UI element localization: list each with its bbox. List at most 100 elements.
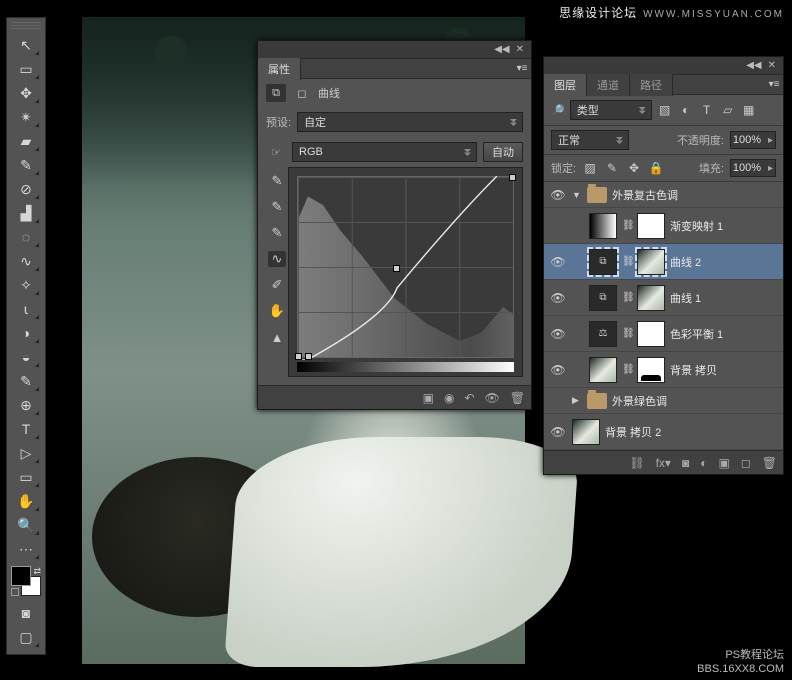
link-icon[interactable]: ⛓	[622, 256, 632, 267]
tool-16[interactable]: T	[12, 418, 40, 440]
close-icon[interactable]: ✕	[768, 60, 776, 71]
dock-strip[interactable]: ◀◀✕	[258, 41, 531, 59]
collapse-icon[interactable]: ◀◀	[494, 44, 509, 55]
lock-paint-icon[interactable]: ✎	[604, 160, 620, 176]
lock-pos-icon[interactable]: ✥	[626, 160, 642, 176]
default-colors-icon[interactable]	[11, 588, 19, 596]
tool-14[interactable]: ✎	[12, 370, 40, 392]
curve-point[interactable]	[295, 353, 302, 360]
layer-name[interactable]: 外景绿色调	[612, 393, 667, 409]
quickmask-button[interactable]: ◙	[12, 602, 40, 624]
tab-layers[interactable]: 图层	[544, 74, 587, 96]
new-group-icon[interactable]: ▣	[718, 456, 729, 470]
tool-17[interactable]: ▷	[12, 442, 40, 464]
tool-3[interactable]: ✴	[12, 106, 40, 128]
link-layers-icon[interactable]: ⛓	[629, 456, 644, 470]
panel-grip[interactable]	[11, 22, 41, 30]
mask-thumb[interactable]	[637, 285, 665, 311]
tool-18[interactable]: ▭	[12, 466, 40, 488]
tool-4[interactable]: ▰	[12, 130, 40, 152]
layer-thumb[interactable]	[572, 419, 600, 445]
tool-10[interactable]: ✧	[12, 274, 40, 296]
mask-thumb[interactable]	[637, 249, 665, 275]
filter-pixel-icon[interactable]: ▧	[657, 102, 673, 118]
panel-header[interactable]: 图层 通道 路径 ▾≡	[544, 75, 783, 95]
visibility-toggle[interactable]: 👁	[549, 188, 567, 202]
visibility-toggle[interactable]: 👁	[549, 327, 567, 341]
tool-7[interactable]: ▟	[12, 202, 40, 224]
input-ramp[interactable]	[297, 362, 514, 372]
tool-11[interactable]: ⍳	[12, 298, 40, 320]
layer-name[interactable]: 色彩平衡 1	[670, 326, 723, 342]
view-previous-icon[interactable]: ◉	[444, 391, 454, 405]
curve-draw-tool[interactable]: ✐	[268, 277, 286, 293]
tool-1[interactable]: ▭	[12, 58, 40, 80]
mask-thumb[interactable]	[637, 357, 665, 383]
visibility-toggle[interactable]: 👁	[549, 363, 567, 377]
link-icon[interactable]: ⛓	[622, 292, 632, 303]
lock-trans-icon[interactable]: ▨	[582, 160, 598, 176]
tool-20[interactable]: 🔍	[12, 514, 40, 536]
eyedrop-white-icon[interactable]: ✎	[268, 225, 286, 241]
disclosure-icon[interactable]: ▶	[572, 395, 582, 406]
fx-icon[interactable]: fx▾	[656, 456, 671, 470]
trash-icon[interactable]: 🗑	[510, 391, 525, 405]
tool-2[interactable]: ✥	[12, 82, 40, 104]
mask-thumb[interactable]	[637, 213, 665, 239]
fill-field[interactable]: 100%	[730, 159, 776, 177]
visibility-toggle[interactable]: 👁	[549, 255, 567, 269]
color-swatch[interactable]: ⇄	[11, 566, 41, 596]
tool-0[interactable]: ↖	[12, 34, 40, 56]
blend-mode-dropdown[interactable]: 正常	[551, 130, 629, 150]
adj-thumb[interactable]: ⧉	[589, 285, 617, 311]
adj-thumb[interactable]: ⧉	[589, 249, 617, 275]
eyedrop-black-icon[interactable]: ✎	[268, 173, 286, 189]
tool-19[interactable]: ✋	[12, 490, 40, 512]
filter-adjust-icon[interactable]: ◐	[678, 102, 694, 118]
link-icon[interactable]: ⛓	[622, 364, 632, 375]
tool-9[interactable]: ∿	[12, 250, 40, 272]
channel-dropdown[interactable]: RGB	[292, 142, 477, 162]
tab-channels[interactable]: 通道	[587, 74, 630, 96]
trash-icon[interactable]: 🗑	[762, 456, 777, 470]
filter-type-icon[interactable]: T	[699, 102, 715, 118]
layer-row[interactable]: 👁 背景 拷贝 2	[544, 414, 783, 450]
clip-to-layer-icon[interactable]: ▣	[423, 391, 434, 405]
panel-menu-icon[interactable]: ▾≡	[765, 79, 783, 90]
reset-icon[interactable]: ↶	[464, 391, 474, 405]
filter-shape-icon[interactable]: ▱	[720, 102, 736, 118]
curve-point[interactable]	[509, 174, 516, 181]
curves-graph[interactable]	[288, 167, 523, 377]
tab-paths[interactable]: 路径	[630, 74, 673, 96]
layer-row[interactable]: 👁 ⛓ 背景 拷贝	[544, 352, 783, 388]
layer-name[interactable]: 曲线 1	[670, 290, 701, 306]
hand-tool-icon[interactable]: ✋	[268, 303, 286, 319]
layer-row-selected[interactable]: 👁 ⧉ ⛓ 曲线 2	[544, 244, 783, 280]
tool-8[interactable]: ◌	[12, 226, 40, 248]
visibility-toggle[interactable]: 👁	[549, 291, 567, 305]
screenmode-button[interactable]: ▢	[12, 626, 40, 648]
layer-name[interactable]: 背景 拷贝	[670, 362, 717, 378]
dock-strip[interactable]: ◀◀ ✕	[544, 57, 783, 75]
mask-icon[interactable]: ◻	[292, 84, 312, 102]
swap-colors-icon[interactable]: ⇄	[33, 566, 41, 577]
layer-row[interactable]: ⛓ 渐变映射 1	[544, 208, 783, 244]
auto-button[interactable]: 自动	[483, 142, 523, 162]
mask-thumb[interactable]	[637, 321, 665, 347]
lock-all-icon[interactable]: 🔒	[648, 160, 664, 176]
tool-6[interactable]: ⊘	[12, 178, 40, 200]
collapse-icon[interactable]: ◀◀	[746, 60, 761, 71]
adj-thumb[interactable]	[589, 213, 617, 239]
layer-group[interactable]: ▶ 外景绿色调	[544, 388, 783, 414]
layer-row[interactable]: 👁 ⧉ ⛓ 曲线 1	[544, 280, 783, 316]
adj-thumb[interactable]: ⚖	[589, 321, 617, 347]
panel-menu-icon[interactable]: ▾≡	[513, 63, 531, 74]
disclosure-icon[interactable]: ▼	[572, 190, 582, 200]
new-adjust-icon[interactable]: ◐	[700, 456, 707, 470]
fg-color[interactable]	[11, 566, 31, 586]
visibility-icon[interactable]: 👁	[485, 391, 500, 405]
layer-name[interactable]: 渐变映射 1	[670, 218, 723, 234]
panel-header[interactable]: 属性 ▾≡	[258, 59, 531, 79]
curve-point[interactable]	[305, 353, 312, 360]
new-layer-icon[interactable]: ◻	[741, 456, 751, 470]
